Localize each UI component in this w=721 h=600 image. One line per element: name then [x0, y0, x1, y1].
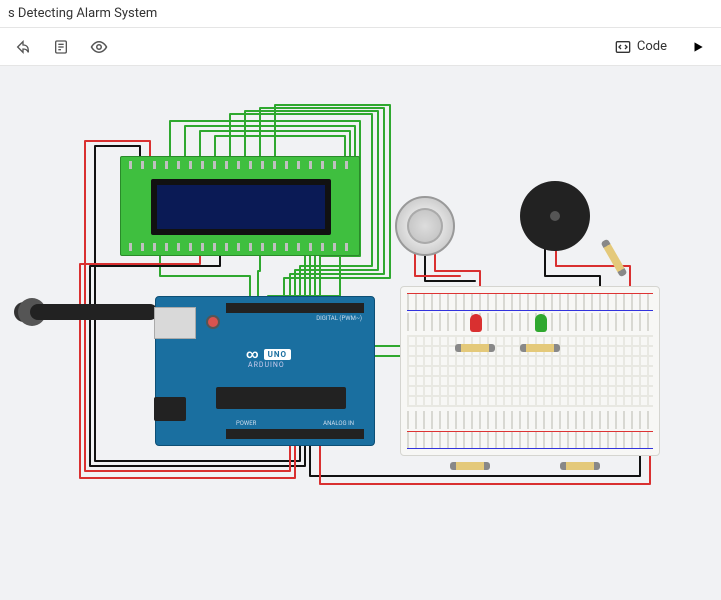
lcd-pins-top — [129, 161, 351, 169]
breadboard-rail-top-1 — [407, 293, 653, 311]
visibility-button[interactable] — [82, 32, 116, 62]
usb-cable — [30, 304, 158, 320]
led-red[interactable] — [470, 314, 482, 332]
resistor-1[interactable] — [455, 344, 495, 352]
lcd-pins-bottom — [129, 243, 351, 251]
arduino-digital-header — [226, 303, 364, 313]
project-title: s Detecting Alarm System — [8, 6, 157, 21]
breadboard-rail-bot-2 — [407, 431, 653, 449]
lcd-16x2[interactable] — [120, 156, 360, 256]
arduino-brand-label: ARDUINO — [248, 361, 285, 369]
gas-sensor[interactable] — [395, 196, 455, 256]
project-title-bar: s Detecting Alarm System — [0, 0, 721, 28]
arduino-digital-label: DIGITAL (PWM~) — [316, 315, 362, 322]
piezo-buzzer[interactable] — [520, 181, 590, 251]
eye-icon — [90, 38, 108, 56]
lcd-screen — [151, 179, 331, 235]
main-toolbar: Code — [0, 28, 721, 66]
arduino-brand-row: ∞ UNO — [246, 347, 291, 361]
arduino-analog-label: ANALOG IN — [323, 420, 354, 427]
breadboard[interactable] — [400, 286, 660, 456]
share-icon — [15, 39, 31, 55]
arduino-uno[interactable]: ∞ UNO ARDUINO DIGITAL (PWM~) POWER ANALO… — [155, 296, 375, 446]
resistor-4[interactable] — [560, 462, 600, 470]
code-button[interactable]: Code — [605, 35, 677, 59]
arduino-reset-button[interactable] — [206, 315, 220, 329]
led-green[interactable] — [535, 314, 547, 332]
share-button[interactable] — [6, 32, 40, 62]
arduino-usb-port — [154, 307, 196, 339]
resistor-2[interactable] — [520, 344, 560, 352]
arduino-atmega-chip — [216, 387, 346, 409]
code-icon — [615, 39, 631, 55]
arduino-model-badge: UNO — [264, 349, 291, 360]
breadboard-rail-bot-1 — [407, 411, 653, 429]
notes-button[interactable] — [44, 32, 78, 62]
arduino-power-jack — [154, 397, 186, 421]
arduino-power-label: POWER — [236, 420, 256, 427]
play-icon — [691, 40, 705, 54]
circuit-canvas[interactable]: ∞ UNO ARDUINO DIGITAL (PWM~) POWER ANALO… — [0, 66, 721, 600]
resistor-5[interactable] — [450, 462, 490, 470]
code-button-label: Code — [637, 39, 667, 54]
arduino-power-analog-header — [226, 429, 364, 439]
resistor-3[interactable] — [601, 239, 628, 278]
notes-icon — [53, 39, 69, 55]
breadboard-rail-top-2 — [407, 313, 653, 331]
start-simulation-button[interactable] — [681, 32, 715, 62]
